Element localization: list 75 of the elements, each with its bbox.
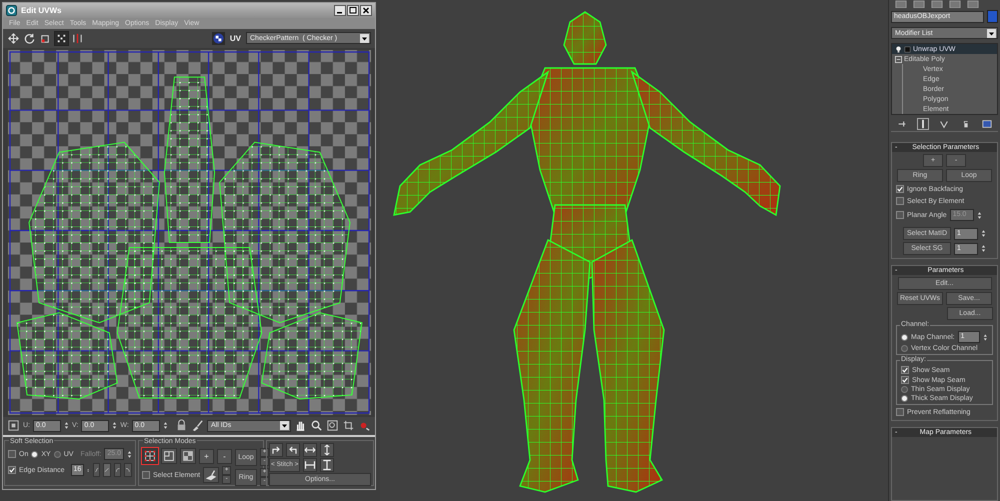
rotate-clockwise-icon[interactable] — [269, 443, 283, 457]
radio-button[interactable] — [54, 450, 61, 458]
checkbox[interactable] — [8, 466, 16, 474]
brush-icon[interactable] — [191, 419, 204, 432]
check-icon — [897, 186, 903, 192]
panel-tab-icon[interactable] — [949, 0, 961, 8]
spinner-icon[interactable] — [981, 243, 986, 254]
zoom-extents-icon[interactable] — [342, 419, 355, 432]
grow-button[interactable]: + — [199, 448, 214, 464]
checkbox[interactable] — [901, 366, 909, 374]
flip-horizontal-icon[interactable] — [303, 443, 317, 457]
align-horizontal-icon[interactable] — [303, 458, 318, 472]
caret-icon — [280, 421, 289, 430]
face-mode-icon[interactable] — [180, 448, 196, 464]
minimize-icon[interactable] — [334, 4, 346, 16]
spinner-icon[interactable] — [112, 420, 118, 432]
mirror-icon[interactable] — [71, 32, 84, 45]
spinner-icon[interactable] — [127, 448, 132, 460]
checker-globe-icon[interactable] — [212, 32, 225, 45]
modifier-icon — [904, 46, 911, 52]
caret-icon — [360, 34, 369, 43]
spinner-icon[interactable] — [983, 332, 988, 342]
app-icon — [6, 4, 17, 16]
check-icon — [9, 467, 15, 473]
hand-icon[interactable] — [294, 419, 307, 432]
vertex-mode-icon[interactable] — [142, 448, 158, 464]
radio-button[interactable] — [901, 345, 908, 352]
panel-tab-icon[interactable] — [967, 0, 979, 8]
paint-select-icon[interactable] — [203, 467, 220, 483]
radio-button[interactable] — [901, 386, 908, 393]
spinner-icon[interactable] — [976, 210, 982, 220]
checkbox[interactable] — [896, 211, 904, 219]
spinner-icon[interactable] — [64, 420, 69, 432]
collapse-icon[interactable] — [895, 56, 902, 62]
falloff-curve-icon[interactable] — [92, 463, 100, 477]
maximize-icon[interactable] — [347, 4, 359, 16]
edge-mode-icon[interactable] — [161, 448, 177, 464]
show-end-result-icon[interactable] — [918, 119, 928, 129]
checkbox[interactable] — [896, 197, 904, 205]
pin-stack-icon[interactable] — [896, 119, 907, 129]
panel-tab-icon[interactable] — [895, 0, 907, 8]
make-unique-icon[interactable] — [939, 119, 950, 129]
object-color-swatch[interactable] — [987, 10, 998, 23]
align-vertical-icon[interactable] — [320, 458, 334, 472]
panel-tab-icon[interactable] — [931, 0, 943, 8]
falloff-curve-icon[interactable] — [124, 463, 132, 477]
uv-toggle[interactable]: UV — [228, 34, 243, 43]
configure-sets-icon[interactable] — [982, 119, 992, 129]
checkbox[interactable] — [896, 185, 904, 193]
rotate-counterclockwise-icon[interactable] — [286, 443, 300, 457]
lock-icon[interactable] — [175, 419, 188, 432]
radio-button[interactable] — [901, 334, 908, 340]
panel-tab-icon[interactable] — [913, 0, 925, 8]
radio-button[interactable] — [31, 450, 38, 458]
spinner-icon[interactable] — [162, 420, 168, 432]
rotate-icon[interactable] — [23, 32, 36, 45]
window-title: Edit UVWs — [21, 6, 62, 15]
radio-button[interactable] — [901, 395, 908, 402]
zoom-region-icon[interactable] — [326, 419, 339, 432]
spinner-icon[interactable] — [981, 228, 986, 239]
checkbox[interactable] — [142, 471, 150, 479]
zoom-icon[interactable] — [310, 419, 323, 432]
light-bulb-icon[interactable] — [895, 46, 902, 52]
move-icon[interactable] — [7, 32, 20, 45]
caret-icon — [987, 28, 996, 38]
falloff-curve-icon[interactable] — [114, 463, 122, 477]
shrink-button[interactable]: - — [217, 448, 232, 464]
falloff-curve-icon[interactable] — [103, 463, 111, 477]
flip-vertical-icon[interactable] — [320, 443, 334, 457]
vertex-grid-icon[interactable] — [55, 32, 68, 45]
checkbox[interactable] — [896, 408, 904, 416]
checkbox[interactable] — [901, 376, 909, 384]
checkbox[interactable] — [8, 450, 16, 458]
absolute-mode-icon[interactable] — [7, 419, 20, 432]
close-icon[interactable] — [360, 4, 372, 16]
